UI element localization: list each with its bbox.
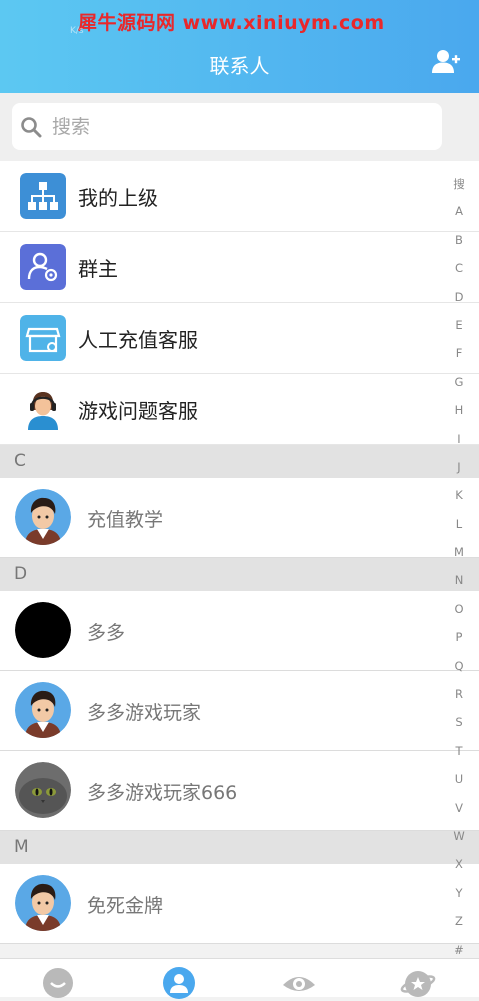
index-letter[interactable]: G — [449, 375, 469, 403]
index-letter[interactable]: Y — [449, 886, 469, 914]
contact-item[interactable]: 多多 — [0, 591, 479, 671]
network-speed: K/s — [70, 26, 84, 36]
index-letter[interactable]: U — [449, 772, 469, 800]
section-header-m: M — [0, 831, 479, 864]
contact-name: 多多游戏玩家666 — [87, 782, 238, 804]
search-box[interactable] — [12, 103, 442, 150]
group-owner-icon — [20, 244, 66, 290]
list-item-label: 我的上级 — [78, 186, 158, 210]
index-letter[interactable]: K — [449, 488, 469, 516]
section-letter: D — [14, 564, 28, 584]
shop-service-icon — [20, 315, 66, 361]
index-letter[interactable]: Z — [449, 914, 469, 942]
index-letter[interactable]: O — [449, 602, 469, 630]
search-icon — [21, 117, 42, 138]
contact-list: 我的上级 群主 人工充值客服 游戏问题客服 C 充值教学 D 多多 多多游戏玩家… — [0, 161, 479, 944]
section-letter: M — [14, 837, 29, 857]
avatar-cartoon-boy-icon — [15, 489, 71, 545]
index-letter[interactable]: P — [449, 630, 469, 658]
list-item-superior[interactable]: 我的上级 — [0, 161, 479, 232]
list-item-game-service[interactable]: 游戏问题客服 — [0, 374, 479, 445]
alphabet-index-bar[interactable]: 搜 A B C D E F G H I J K L M N O P Q R S … — [449, 176, 469, 971]
avatar-gray-cat-icon — [15, 762, 71, 818]
add-contact-icon[interactable] — [431, 47, 461, 77]
avatar-black-circle-icon — [15, 602, 71, 658]
index-letter[interactable]: L — [449, 517, 469, 545]
index-letter[interactable]: H — [449, 403, 469, 431]
hierarchy-icon — [20, 173, 66, 219]
index-letter[interactable]: F — [449, 346, 469, 374]
index-search[interactable]: 搜 — [449, 176, 469, 204]
index-letter[interactable]: W — [449, 829, 469, 857]
index-letter[interactable]: D — [449, 290, 469, 318]
search-bar — [0, 93, 479, 161]
contact-name: 多多游戏玩家 — [87, 702, 202, 724]
avatar-cartoon-boy-icon — [15, 875, 71, 931]
index-letter[interactable]: M — [449, 545, 469, 573]
list-item-group-owner[interactable]: 群主 — [0, 232, 479, 303]
section-letter: C — [14, 451, 26, 471]
index-letter[interactable]: X — [449, 857, 469, 885]
index-letter[interactable]: C — [449, 261, 469, 289]
app-header: 犀牛源码网 www.xiniuym.com K/s 联系人 — [0, 0, 479, 93]
contact-item[interactable]: 免死金牌 — [0, 864, 479, 944]
index-letter[interactable]: J — [449, 460, 469, 488]
index-letter[interactable]: E — [449, 318, 469, 346]
section-header-c: C — [0, 445, 479, 478]
watermark: 犀牛源码网 www.xiniuym.com — [78, 12, 385, 34]
bottom-tab-bar — [0, 958, 479, 999]
index-letter[interactable]: N — [449, 573, 469, 601]
contact-name: 多多 — [87, 622, 126, 644]
index-letter[interactable]: S — [449, 715, 469, 743]
section-header-d: D — [0, 558, 479, 591]
index-letter[interactable]: B — [449, 233, 469, 261]
index-letter[interactable]: Q — [449, 659, 469, 687]
list-item-label: 群主 — [78, 257, 118, 281]
list-item-recharge-service[interactable]: 人工充值客服 — [0, 303, 479, 374]
page-title: 联系人 — [209, 54, 270, 78]
index-letter[interactable]: I — [449, 432, 469, 460]
contact-item[interactable]: 充值教学 — [0, 478, 479, 558]
contact-item[interactable]: 多多游戏玩家666 — [0, 751, 479, 831]
headset-agent-icon — [20, 386, 66, 432]
contact-item[interactable]: 多多游戏玩家 — [0, 671, 479, 751]
avatar-cartoon-boy-icon — [15, 682, 71, 738]
index-letter[interactable]: A — [449, 204, 469, 232]
contact-name: 免死金牌 — [87, 895, 164, 917]
index-letter[interactable]: T — [449, 744, 469, 772]
index-letter[interactable]: R — [449, 687, 469, 715]
list-item-label: 游戏问题客服 — [78, 399, 198, 423]
index-letter[interactable]: V — [449, 801, 469, 829]
contact-name: 充值教学 — [87, 509, 164, 531]
list-item-label: 人工充值客服 — [78, 328, 198, 352]
search-input[interactable] — [50, 111, 434, 143]
